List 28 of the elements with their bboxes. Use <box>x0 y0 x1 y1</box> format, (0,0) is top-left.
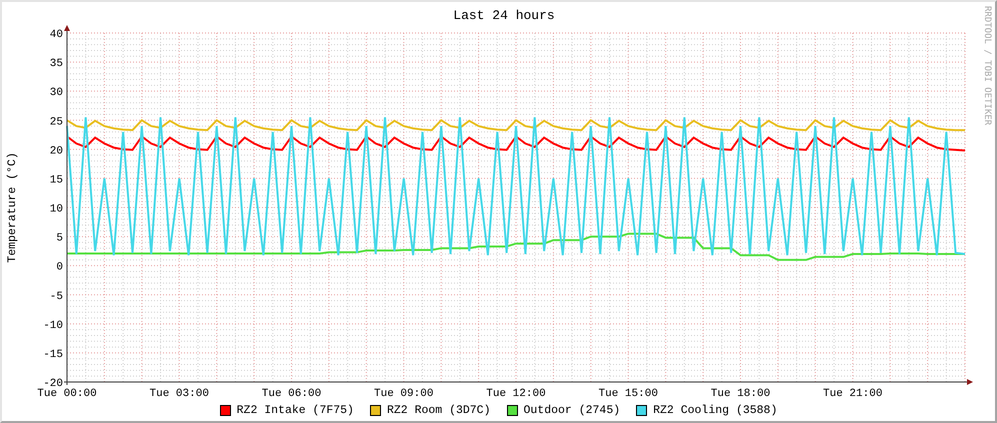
legend-label: Outdoor (2745) <box>524 404 620 417</box>
x-tick-label: Tue 03:00 <box>150 388 209 400</box>
x-tick-label: Tue 09:00 <box>374 388 434 400</box>
x-tick-label: Tue 06:00 <box>262 388 322 400</box>
chart-title: Last 24 hours <box>453 8 555 23</box>
x-tick-label: Tue 21:00 <box>823 388 882 400</box>
x-tick-label: Tue 18:00 <box>710 388 770 400</box>
y-tick-label: 30 <box>50 87 63 100</box>
y-tick-label: -15 <box>43 348 63 361</box>
legend-label: RZ2 Room (3D7C) <box>386 404 490 417</box>
y-tick-label: 20 <box>50 145 63 158</box>
y-tick-label: 10 <box>50 204 63 216</box>
y-tick-label: 35 <box>50 58 63 70</box>
y-tick-label: 5 <box>56 232 63 245</box>
y-tick-label: 40 <box>50 29 63 41</box>
x-tick-label: Tue 00:00 <box>37 388 97 400</box>
y-axis-title: Temperature (°C) <box>6 152 19 263</box>
y-tick-label: 0 <box>56 262 63 274</box>
y-tick-label: -10 <box>43 320 63 332</box>
x-tick-label: Tue 15:00 <box>598 388 658 400</box>
legend-label: RZ2 Cooling (3588) <box>653 404 778 417</box>
x-tick-label: Tue 12:00 <box>486 388 546 400</box>
y-tick-label: 25 <box>50 116 63 128</box>
legend-label: RZ2 Intake (7F75) <box>236 404 354 417</box>
y-tick-label: 15 <box>50 174 63 186</box>
y-tick-label: -20 <box>43 378 63 390</box>
credit-text: RRDTOOL / TOBI OETIKER <box>982 6 992 126</box>
y-tick-label: -5 <box>50 290 63 303</box>
